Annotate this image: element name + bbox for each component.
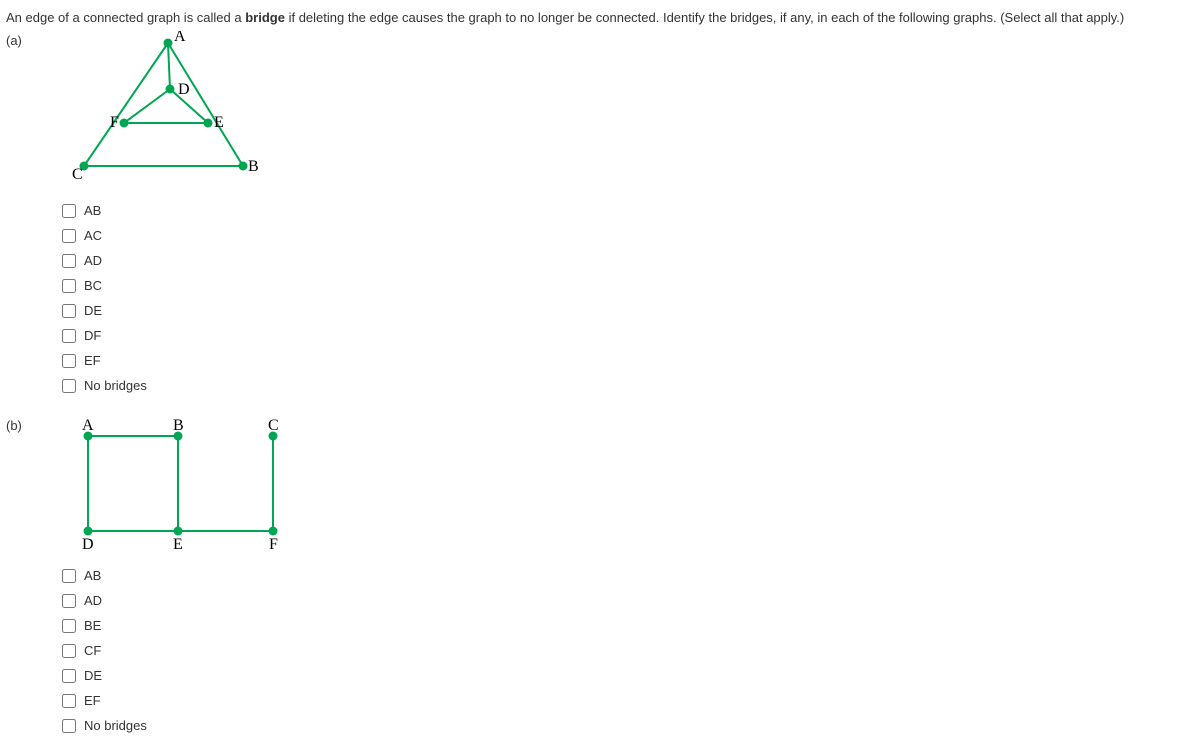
part-a: (a) A B (6, 31, 1194, 398)
svg-text:F: F (110, 114, 119, 131)
option-label: BE (84, 618, 101, 633)
svg-text:F: F (269, 536, 278, 553)
option-row: No bridges (62, 373, 1194, 398)
option-label: AD (84, 593, 102, 608)
option-row: BE (62, 613, 1194, 638)
option-row: DE (62, 298, 1194, 323)
option-row: EF (62, 348, 1194, 373)
checkbox-b-BE[interactable] (62, 619, 76, 633)
checkbox-a-DF[interactable] (62, 329, 76, 343)
intro-pre: An edge of a connected graph is called a (6, 10, 245, 25)
option-label: DE (84, 303, 102, 318)
option-label: BC (84, 278, 102, 293)
checkbox-a-AD[interactable] (62, 254, 76, 268)
checkbox-b-AD[interactable] (62, 594, 76, 608)
checkbox-b-DE[interactable] (62, 669, 76, 683)
option-label: CF (84, 643, 101, 658)
intro-post: if deleting the edge causes the graph to… (285, 10, 1124, 25)
checkbox-a-BC[interactable] (62, 279, 76, 293)
option-label: EF (84, 353, 101, 368)
option-row: BC (62, 273, 1194, 298)
option-label: No bridges (84, 718, 147, 733)
option-row: AD (62, 588, 1194, 613)
option-row: DF (62, 323, 1194, 348)
option-label: No bridges (84, 378, 147, 393)
graph-a: A B C D E F (58, 31, 1194, 194)
option-row: No bridges (62, 713, 1194, 738)
checkbox-a-AC[interactable] (62, 229, 76, 243)
option-row: AB (62, 563, 1194, 588)
option-row: DE (62, 663, 1194, 688)
part-b-label: (b) (6, 416, 58, 433)
svg-text:B: B (248, 158, 259, 175)
svg-text:D: D (178, 81, 190, 98)
option-label: AB (84, 203, 101, 218)
option-row: AC (62, 223, 1194, 248)
svg-text:C: C (268, 417, 279, 434)
part-a-content: A B C D E F AB AC AD BC (58, 31, 1194, 398)
svg-text:E: E (214, 114, 224, 131)
checkbox-b-CF[interactable] (62, 644, 76, 658)
svg-text:D: D (82, 536, 94, 553)
checkbox-a-AB[interactable] (62, 204, 76, 218)
option-label: EF (84, 693, 101, 708)
checkbox-a-no-bridges[interactable] (62, 379, 76, 393)
part-b-content: A B C D E F AB AD BE CF (58, 416, 1194, 738)
svg-text:E: E (173, 536, 183, 553)
intro-bold: bridge (245, 10, 285, 25)
option-label: AC (84, 228, 102, 243)
question-intro: An edge of a connected graph is called a… (6, 10, 1194, 25)
svg-text:C: C (72, 166, 83, 183)
part-a-options: AB AC AD BC DE DF (62, 198, 1194, 398)
option-row: AB (62, 198, 1194, 223)
checkbox-a-EF[interactable] (62, 354, 76, 368)
option-label: AB (84, 568, 101, 583)
part-b-options: AB AD BE CF DE EF (62, 563, 1194, 738)
option-label: AD (84, 253, 102, 268)
checkbox-b-AB[interactable] (62, 569, 76, 583)
option-label: DF (84, 328, 101, 343)
part-b: (b) A B C D E F (6, 416, 1194, 738)
option-row: CF (62, 638, 1194, 663)
option-label: DE (84, 668, 102, 683)
graph-b: A B C D E F (58, 416, 1194, 559)
part-a-label: (a) (6, 31, 58, 48)
option-row: AD (62, 248, 1194, 273)
checkbox-b-no-bridges[interactable] (62, 719, 76, 733)
svg-text:A: A (174, 31, 186, 45)
option-row: EF (62, 688, 1194, 713)
checkbox-b-EF[interactable] (62, 694, 76, 708)
checkbox-a-DE[interactable] (62, 304, 76, 318)
svg-text:B: B (173, 417, 184, 434)
svg-text:A: A (82, 417, 94, 434)
